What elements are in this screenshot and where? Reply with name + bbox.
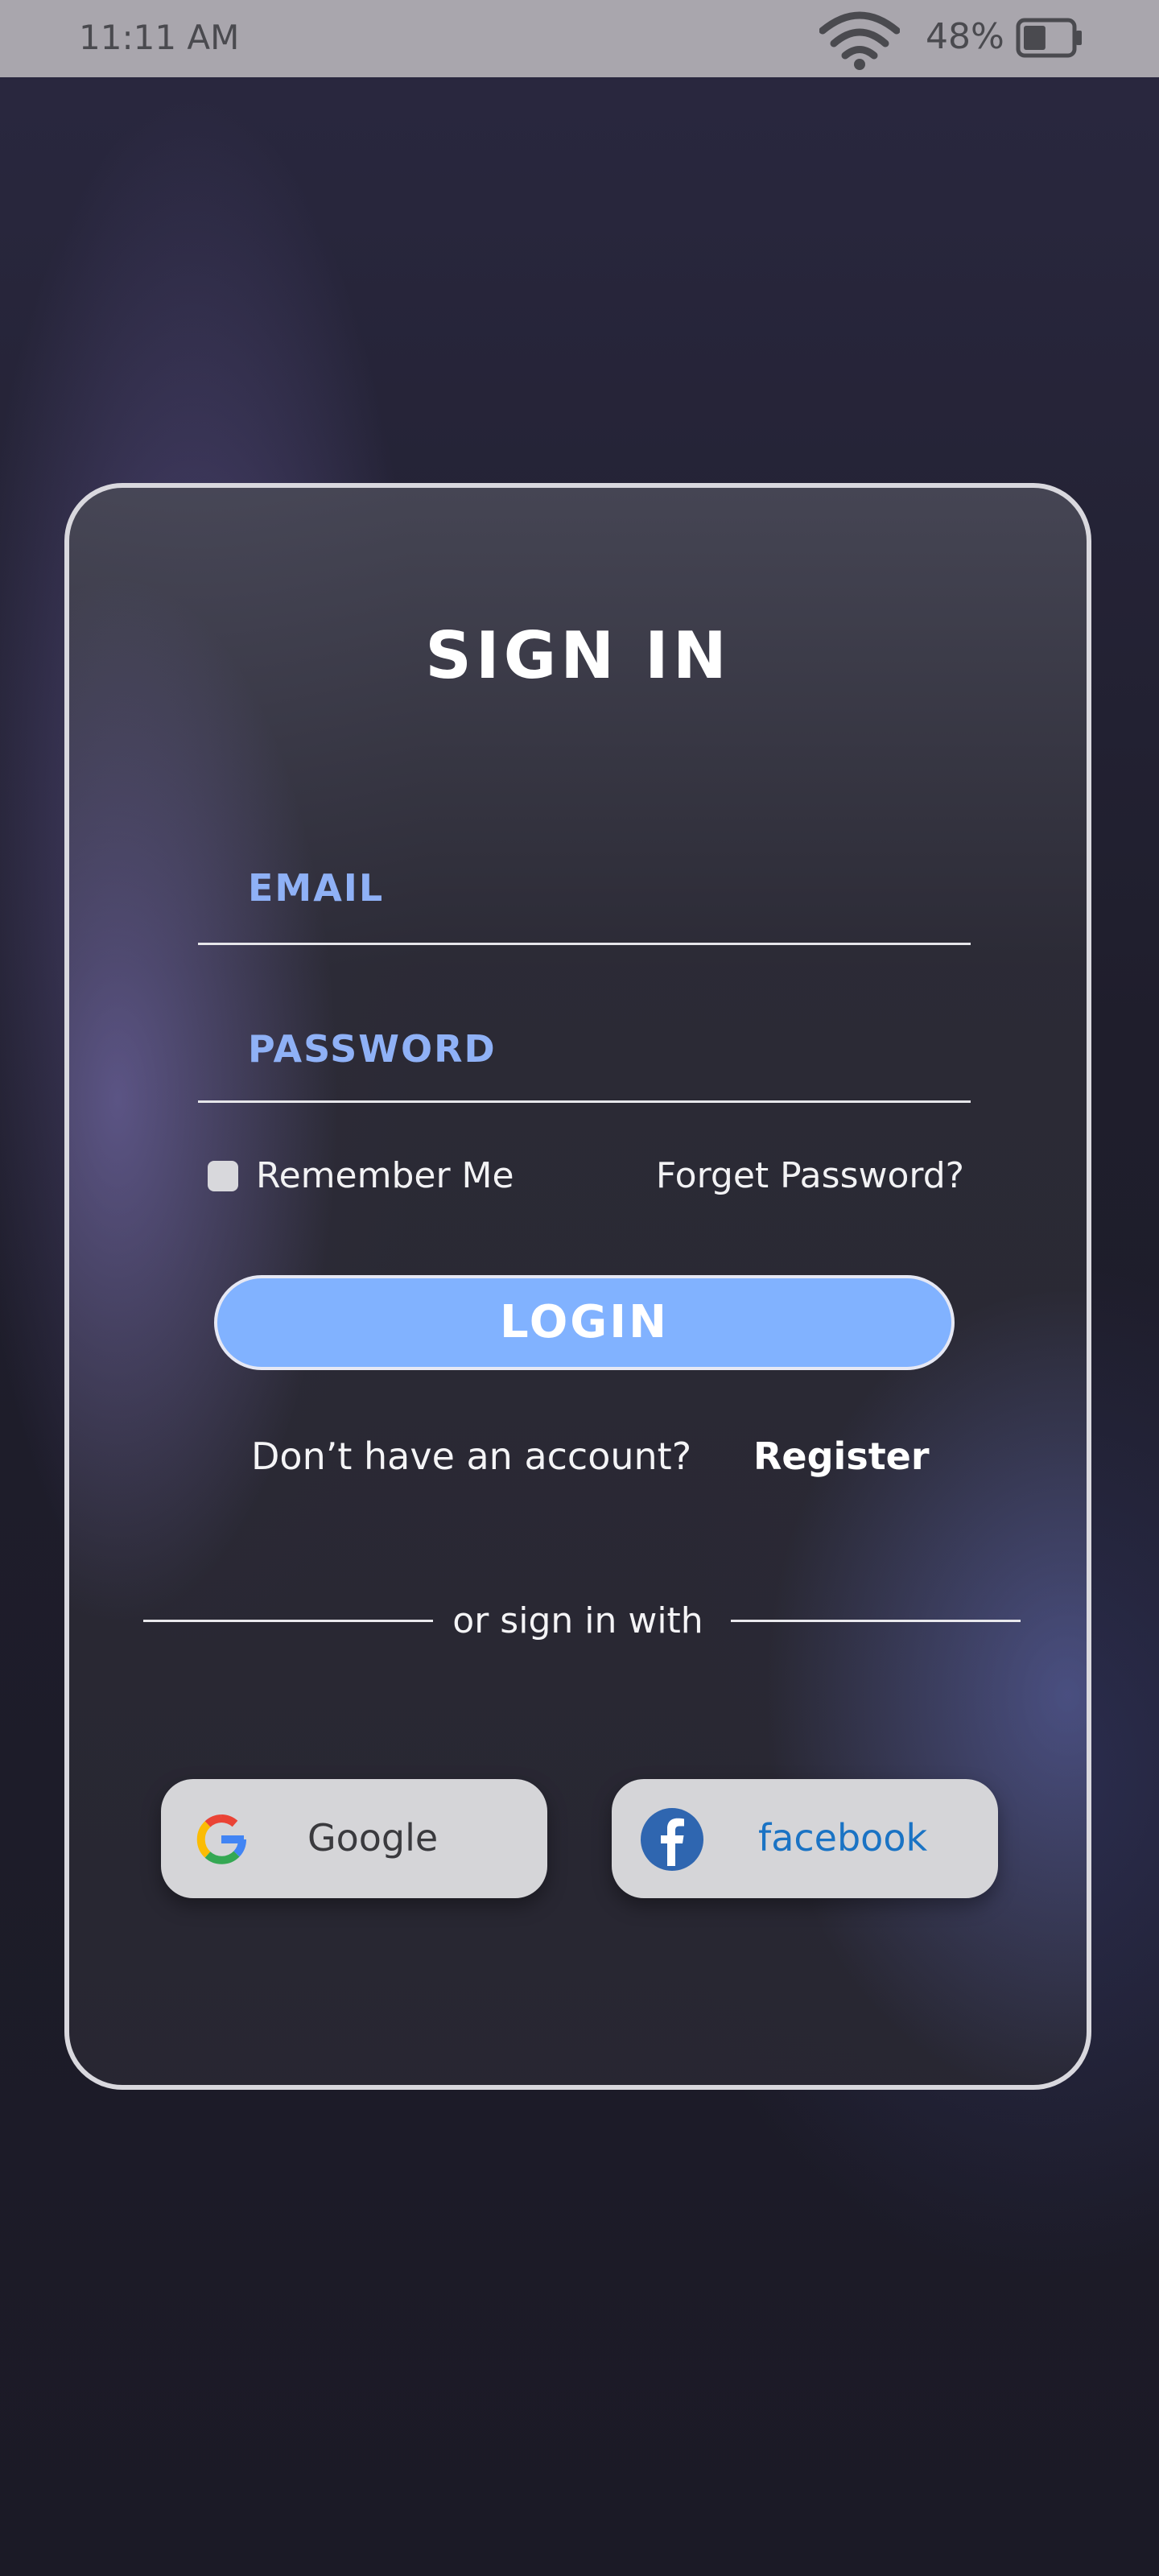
status-bar: 11:11 AM 48% bbox=[0, 0, 1159, 77]
facebook-label: facebook bbox=[758, 1816, 928, 1860]
signin-card: SIGN IN EMAIL PASSWORD Remember Me Forge… bbox=[64, 483, 1091, 2090]
battery-icon bbox=[1016, 18, 1082, 58]
facebook-signin-button[interactable]: facebook bbox=[612, 1779, 998, 1898]
no-account-text: Don’t have an account? bbox=[251, 1435, 692, 1478]
google-label: Google bbox=[307, 1816, 439, 1860]
page-title: SIGN IN bbox=[425, 618, 731, 693]
forgot-password-link[interactable]: Forget Password? bbox=[656, 1155, 964, 1196]
wifi-icon bbox=[819, 11, 900, 70]
google-icon bbox=[196, 1814, 246, 1864]
status-time: 11:11 AM bbox=[79, 18, 240, 57]
battery-percent: 48% bbox=[926, 16, 1004, 57]
email-underline bbox=[198, 943, 971, 945]
password-field[interactable] bbox=[198, 1003, 971, 1100]
remember-me-checkbox[interactable] bbox=[208, 1161, 238, 1191]
login-button[interactable]: LOGIN bbox=[214, 1275, 955, 1370]
divider-right bbox=[731, 1620, 1021, 1622]
password-underline bbox=[198, 1100, 971, 1103]
email-field[interactable] bbox=[198, 842, 971, 939]
remember-me-label[interactable]: Remember Me bbox=[256, 1155, 514, 1196]
google-signin-button[interactable]: Google bbox=[161, 1779, 547, 1898]
register-link[interactable]: Register bbox=[753, 1435, 930, 1478]
facebook-icon bbox=[641, 1808, 703, 1871]
